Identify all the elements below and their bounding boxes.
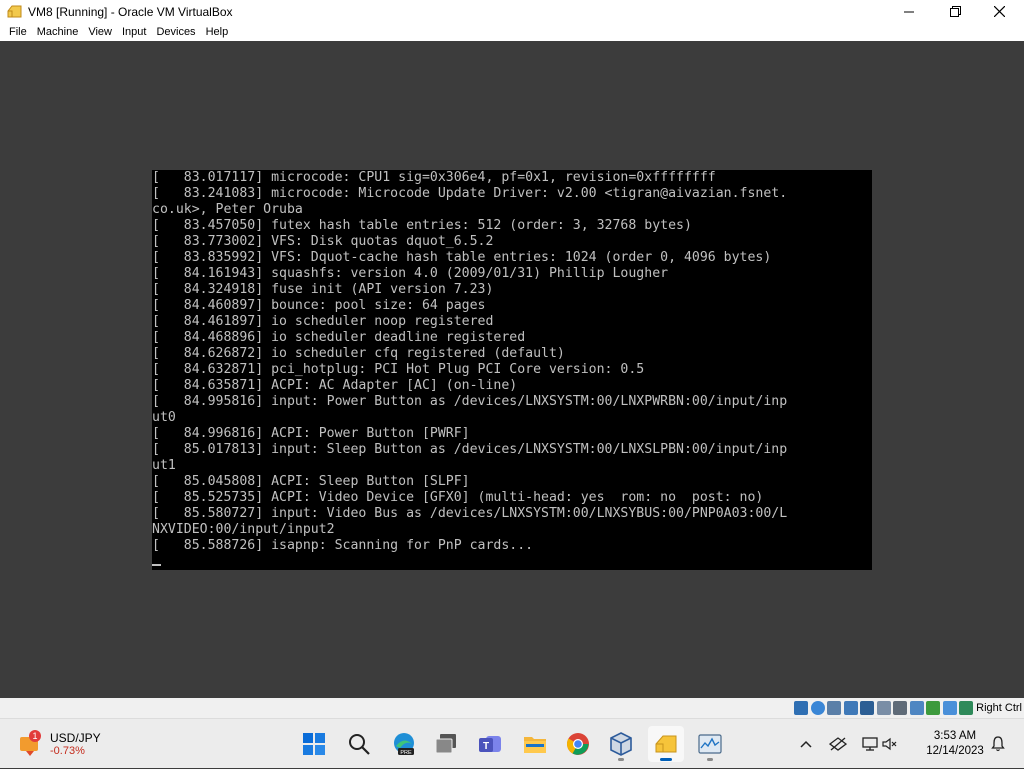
windows-logo-icon (303, 733, 325, 755)
bell-icon (991, 736, 1005, 752)
vm-instance-icon (655, 735, 677, 753)
task-view-button[interactable] (428, 726, 464, 762)
console-line: [ 85.017813] input: Sleep Button as /dev… (152, 442, 788, 457)
menu-file[interactable]: File (4, 23, 32, 41)
console-line: [ 84.632871] pci_hotplug: PCI Hot Plug P… (152, 362, 645, 377)
show-hidden-icons-button[interactable] (797, 719, 815, 769)
widget-badge: 1 (32, 731, 37, 741)
running-indicator (707, 758, 713, 761)
recording-icon[interactable] (909, 701, 924, 715)
file-explorer-button[interactable] (517, 726, 553, 762)
vm-console-screen[interactable]: [ 83.017117] microcode: CPU1 sig=0x306e4… (152, 170, 872, 570)
minimize-icon (904, 11, 914, 12)
volume-muted-icon (882, 737, 897, 751)
stock-trend-icon: 1 (20, 730, 41, 756)
task-view-icon (435, 734, 456, 754)
shared-folders-icon[interactable] (876, 701, 891, 715)
virtualbox-icon (610, 732, 632, 756)
virtualbox-vm-icon (7, 5, 22, 17)
tray-item[interactable] (827, 719, 849, 769)
svg-text:PRE: PRE (400, 750, 412, 756)
console-line: [ 83.835992] VFS: Dquot-cache hash table… (152, 250, 772, 265)
resource-monitor-button[interactable] (692, 726, 728, 762)
window-title: VM8 [Running] - Oracle VM VirtualBox (28, 4, 233, 19)
maximize-button[interactable] (932, 0, 978, 23)
console-line: [ 84.324918] fuse init (API version 7.23… (152, 282, 494, 297)
console-line: [ 85.588726] isapnp: Scanning for PnP ca… (152, 538, 534, 553)
clock-date: 12/14/2023 (926, 745, 984, 757)
tray-app-icon (829, 737, 847, 751)
widget-change: -0.73% (50, 745, 85, 757)
console-line: [ 84.995816] input: Power Button as /dev… (152, 394, 788, 409)
hard-disk-icon[interactable] (794, 701, 809, 715)
console-line: [ 83.017117] microcode: CPU1 sig=0x306e4… (152, 170, 716, 185)
menu-machine[interactable]: Machine (32, 23, 84, 41)
menu-view[interactable]: View (83, 23, 117, 41)
keyboard-icon[interactable] (959, 701, 974, 715)
folder-icon (524, 737, 546, 753)
console-line: [ 84.626872] io scheduler cfq registered… (152, 346, 565, 361)
system-clock[interactable]: 3:53 AM 12/14/2023 (914, 729, 996, 759)
running-indicator (618, 758, 624, 761)
console-line: ut0 (152, 410, 176, 425)
minimize-button[interactable] (886, 0, 932, 23)
console-line: [ 84.161943] squashfs: version 4.0 (2009… (152, 266, 669, 281)
active-indicator (660, 758, 672, 761)
usb-icon[interactable] (860, 701, 875, 715)
cpu-icon[interactable] (926, 701, 941, 715)
console-line: NXVIDEO:00/input/input2 (152, 522, 335, 537)
menu-bar: File Machine View Input Devices Help (0, 23, 1024, 41)
console-line: [ 84.996816] ACPI: Power Button [PWRF] (152, 426, 470, 441)
host-key-label: Right Ctrl (976, 702, 1022, 714)
console-line: [ 83.457050] futex hash table entries: 5… (152, 218, 692, 233)
console-line: [ 85.580727] input: Video Bus as /device… (152, 506, 788, 521)
title-bar: VM8 [Running] - Oracle VM VirtualBox (0, 0, 1024, 23)
optical-drive-icon[interactable] (810, 701, 825, 715)
menu-help[interactable]: Help (201, 23, 234, 41)
console-line: ut1 (152, 458, 176, 473)
chrome-icon (567, 733, 589, 755)
vm8-window-button[interactable] (648, 726, 684, 762)
console-line: [ 83.241083] microcode: Microcode Update… (152, 186, 788, 201)
teams-icon: T (479, 736, 501, 752)
notifications-button[interactable] (988, 719, 1008, 769)
menu-input[interactable]: Input (117, 23, 151, 41)
close-icon (993, 6, 1005, 17)
search-button[interactable] (341, 726, 377, 762)
clock-time: 3:53 AM (933, 730, 977, 742)
edge-preview-icon: PRE (394, 733, 414, 756)
start-button[interactable] (296, 726, 332, 762)
network-icon[interactable] (843, 701, 858, 715)
mouse-integration-icon[interactable] (942, 701, 957, 715)
console-line: [ 83.773002] VFS: Disk quotas dquot_6.5.… (152, 234, 494, 249)
network-icon (862, 737, 878, 751)
console-line: co.uk>, Peter Oruba (152, 202, 303, 217)
weather-stock-widget[interactable]: 1 USD/JPY -0.73% (18, 729, 101, 759)
virtualbox-manager-button[interactable] (603, 726, 639, 762)
edge-preview-button[interactable]: PRE (386, 726, 422, 762)
resource-monitor-icon (698, 734, 722, 754)
restore-icon (949, 6, 961, 17)
chrome-button[interactable] (560, 726, 596, 762)
console-line: [ 84.460897] bounce: pool size: 64 pages (152, 298, 486, 313)
console-line: [ 84.461897] io scheduler noop registere… (152, 314, 494, 329)
taskbar: 1 USD/JPY -0.73% PRE T 3:53 AM 12/14/202… (0, 718, 1024, 768)
svg-text:T: T (483, 741, 489, 752)
chevron-up-icon (800, 740, 812, 748)
search-icon (349, 734, 370, 755)
teams-button[interactable]: T (472, 726, 508, 762)
display-icon[interactable] (893, 701, 908, 715)
close-button[interactable] (976, 0, 1022, 23)
console-line: [ 85.045808] ACPI: Sleep Button [SLPF] (152, 474, 470, 489)
text-cursor (152, 564, 161, 566)
menu-devices[interactable]: Devices (151, 23, 200, 41)
console-line: [ 84.635871] ACPI: AC Adapter [AC] (on-l… (152, 378, 518, 393)
console-line: [ 85.525735] ACPI: Video Device [GFX0] (… (152, 490, 764, 505)
network-volume-tray[interactable] (860, 719, 900, 769)
audio-icon[interactable] (827, 701, 842, 715)
vm-status-bar: Right Ctrl (0, 698, 1024, 718)
widget-symbol: USD/JPY (50, 731, 101, 745)
console-line: [ 84.468896] io scheduler deadline regis… (152, 330, 526, 345)
console-output: [ 83.017117] microcode: CPU1 sig=0x306e4… (152, 170, 872, 554)
